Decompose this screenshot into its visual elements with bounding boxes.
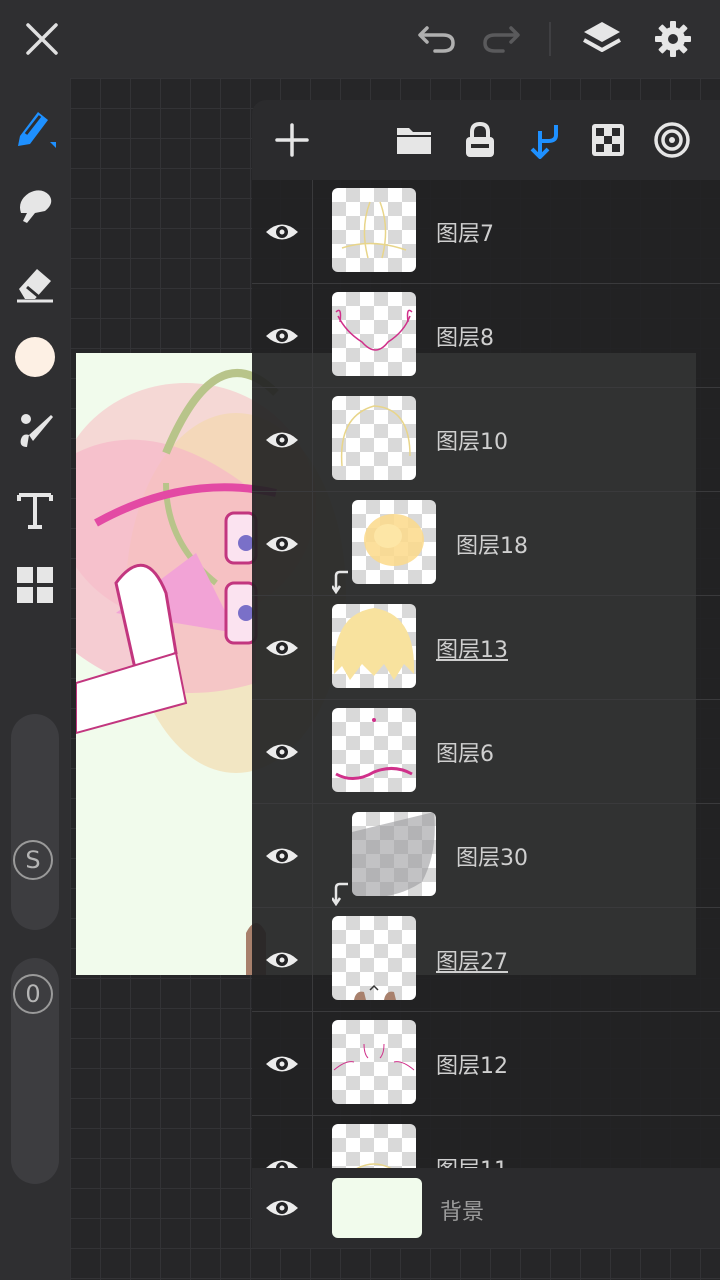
layer-row[interactable]: 图层8 [252,284,720,388]
eye-icon[interactable] [264,945,300,975]
row-divider [312,284,313,388]
layer-name: 图层7 [436,222,494,247]
eye-icon[interactable] [264,1153,300,1168]
layer-thumbnail [332,292,416,376]
layer-thumbnail [332,708,416,792]
layer-thumbnail [332,1020,416,1104]
undo-icon[interactable] [412,14,462,64]
close-icon[interactable] [17,14,67,64]
clip-icon[interactable] [522,118,566,162]
layer-thumbnail [332,916,416,1000]
size-slider[interactable]: S [11,714,59,930]
layer-name: 图层27 [436,950,508,975]
eye-icon[interactable] [264,425,300,455]
eye-icon[interactable] [264,321,300,351]
eye-icon[interactable] [264,1193,300,1223]
layer-thumbnail [332,604,416,688]
lock-icon[interactable] [458,118,502,162]
folder-icon[interactable] [392,118,436,162]
current-color [15,337,55,377]
eraser-icon[interactable] [10,258,60,308]
row-divider [312,596,313,700]
layer-row[interactable]: 图层6 [252,700,720,804]
eye-icon[interactable] [264,1049,300,1079]
color-swatch[interactable] [10,332,60,382]
layer-name: 图层18 [456,534,528,559]
top-bar [0,0,720,78]
layer-row[interactable]: 图层7 [252,180,720,284]
row-divider [312,180,313,284]
brush-icon[interactable] [10,406,60,456]
layer-row[interactable]: 图层18 [252,492,720,596]
layer-name: 图层8 [436,326,494,351]
layer-thumbnail [352,500,436,584]
redo-icon[interactable] [476,14,526,64]
row-divider [312,804,313,908]
row-divider [312,1116,313,1168]
row-divider [312,700,313,804]
layer-row[interactable]: 图层12 [252,1012,720,1116]
alpha-lock-icon[interactable] [586,118,630,162]
pen-icon[interactable] [10,102,60,152]
opacity-slider-knob[interactable]: 0 [13,974,53,1014]
row-divider [312,908,313,1012]
row-divider [312,388,313,492]
row-divider [312,1012,313,1116]
layers-icon[interactable] [577,14,627,64]
grid-icon[interactable] [10,560,60,610]
layer-row[interactable]: 图层27 [252,908,720,1012]
layer-name: 图层30 [456,846,528,871]
opacity-slider[interactable]: 0 [11,958,59,1184]
background-layer-name: 背景 [440,1200,485,1225]
layers-panel-header [252,100,720,180]
clip-indicator-icon [332,882,348,906]
eye-icon[interactable] [264,633,300,663]
size-slider-knob[interactable]: S [13,840,53,880]
layer-name: 图层10 [436,430,508,455]
eye-icon[interactable] [264,217,300,247]
eye-icon[interactable] [264,737,300,767]
settings-icon[interactable] [648,14,698,64]
background-color-thumbnail[interactable] [332,1178,422,1238]
blend-icon[interactable] [650,118,694,162]
top-bar-divider [549,22,551,56]
clip-indicator-icon [332,570,348,594]
layer-thumbnail [332,396,416,480]
tool-bar: S 0 [0,78,70,1280]
background-layer-row[interactable]: 背景 [252,1168,720,1248]
layer-row[interactable]: 图层10 [252,388,720,492]
layer-name: 图层12 [436,1054,508,1079]
eye-icon[interactable] [264,841,300,871]
layer-name: 图层6 [436,742,494,767]
text-icon[interactable] [10,484,60,534]
layer-list[interactable]: 图层7 图层8 图层10 图层18 图层13 图层6 图层30 图层27 图层1… [252,180,720,1168]
layer-thumbnail [332,188,416,272]
smudge-icon[interactable] [10,180,60,230]
layers-panel: 图层7 图层8 图层10 图层18 图层13 图层6 图层30 图层27 图层1… [252,100,720,1248]
layer-row[interactable]: 图层11 [252,1116,720,1168]
layer-name: 图层11 [436,1152,508,1168]
layer-thumbnail [332,1124,416,1168]
layer-row[interactable]: 图层30 [252,804,720,908]
add-icon[interactable] [270,118,314,162]
layer-name: 图层13 [436,638,508,663]
opacity-slider-label: 0 [25,980,41,1008]
eye-icon[interactable] [264,529,300,559]
layer-row[interactable]: 图层13 [252,596,720,700]
size-slider-label: S [25,846,41,874]
layer-thumbnail [352,812,436,896]
row-divider [312,492,313,596]
